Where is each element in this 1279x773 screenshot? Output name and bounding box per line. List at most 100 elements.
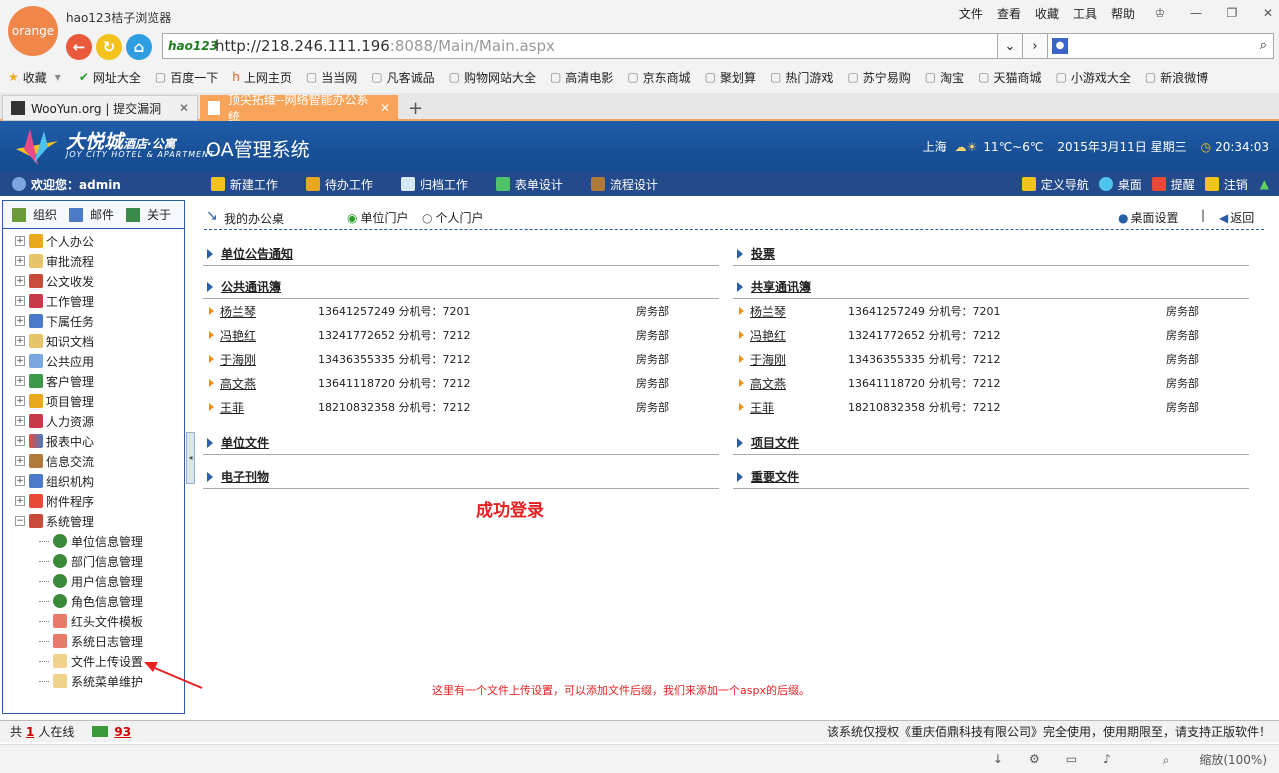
sidebar-child-unit-info[interactable]: 单位信息管理: [15, 531, 184, 551]
close-icon[interactable]: ✕: [1257, 6, 1279, 20]
panel-header[interactable]: 单位文件: [203, 431, 719, 455]
nav-todo-work[interactable]: 待办工作: [305, 176, 373, 193]
bookmark-item[interactable]: ▢ 新浪微博: [1145, 69, 1208, 86]
nav-define-navigation[interactable]: 定义导航: [1021, 176, 1089, 193]
panel-header[interactable]: 投票: [733, 242, 1249, 266]
bookmark-item[interactable]: ▢ 热门游戏: [770, 69, 833, 86]
close-tab-icon[interactable]: ✕: [179, 101, 189, 115]
new-tab-button[interactable]: +: [400, 95, 426, 121]
contact-name[interactable]: 王菲: [750, 399, 848, 416]
panel-header[interactable]: 公共通讯簿: [203, 275, 719, 299]
sidebar-item-org[interactable]: + 组织机构: [15, 471, 184, 491]
sidebar-item-info-exchange[interactable]: + 信息交流: [15, 451, 184, 471]
sidebar-item-public-apps[interactable]: + 公共应用: [15, 351, 184, 371]
expand-icon[interactable]: +: [15, 336, 25, 346]
expand-icon[interactable]: +: [15, 396, 25, 406]
contact-name[interactable]: 于海刚: [220, 351, 318, 368]
bookmark-item[interactable]: ▢ 小游戏大全: [1055, 69, 1130, 86]
address-bar[interactable]: hao123 http://218.246.111.196:8088/Main/…: [162, 33, 998, 59]
sidebar-item-hr[interactable]: + 人力资源: [15, 411, 184, 431]
nav-archive-work[interactable]: 归档工作: [400, 176, 468, 193]
menu-view[interactable]: 查看: [997, 5, 1021, 22]
download-icon[interactable]: ↓: [993, 752, 1003, 766]
sidebar-child-role-info[interactable]: 角色信息管理: [15, 591, 184, 611]
restore-icon[interactable]: ❐: [1221, 6, 1243, 20]
collapse-icon[interactable]: −: [15, 516, 25, 526]
bookmark-item[interactable]: ▢ 凡客诚品: [371, 69, 434, 86]
contact-name[interactable]: 高文燕: [750, 375, 848, 392]
window-icon[interactable]: ▭: [1066, 752, 1077, 766]
browser-logo[interactable]: orange: [8, 6, 58, 56]
expand-icon[interactable]: +: [15, 456, 25, 466]
sidebar-child-user-info[interactable]: 用户信息管理: [15, 571, 184, 591]
expand-icon[interactable]: +: [15, 416, 25, 426]
expand-icon[interactable]: +: [15, 436, 25, 446]
expand-icon[interactable]: +: [15, 356, 25, 366]
bookmark-item[interactable]: ▢ 高清电影: [550, 69, 613, 86]
nav-logout[interactable]: 注销: [1204, 176, 1248, 193]
sidebar-collapse-handle[interactable]: ◂: [186, 432, 195, 484]
sidebar-item-subordinate-tasks[interactable]: + 下属任务: [15, 311, 184, 331]
expand-icon[interactable]: +: [15, 256, 25, 266]
sidebar-item-personal-office[interactable]: + 个人办公: [15, 231, 184, 251]
url-text[interactable]: http://218.246.111.196:8088/Main/Main.as…: [215, 37, 555, 55]
sidebar-item-system[interactable]: − 系统管理: [15, 511, 184, 531]
collapse-up-icon[interactable]: ▲: [1260, 177, 1269, 191]
bookmark-item[interactable]: ✔ 网址大全: [79, 69, 141, 86]
nav-desktop[interactable]: 桌面: [1098, 176, 1142, 193]
forward-icon[interactable]: ›: [1023, 33, 1048, 59]
expand-icon[interactable]: +: [15, 376, 25, 386]
bookmark-item[interactable]: h 上网主页: [232, 69, 292, 86]
bookmark-item[interactable]: ▢ 苏宁易购: [847, 69, 910, 86]
sidebar-child-dept-info[interactable]: 部门信息管理: [15, 551, 184, 571]
expand-icon[interactable]: +: [15, 276, 25, 286]
menu-favorites[interactable]: 收藏: [1035, 5, 1059, 22]
refresh-icon[interactable]: ↻: [96, 34, 122, 60]
radio-personal-portal[interactable]: ○ 个人门户: [422, 209, 484, 226]
panel-header[interactable]: 项目文件: [733, 431, 1249, 455]
bookmark-item[interactable]: ▢ 百度一下: [155, 69, 218, 86]
contact-name[interactable]: 杨兰琴: [750, 303, 848, 320]
contact-name[interactable]: 高文燕: [220, 375, 318, 392]
back-button[interactable]: ◀ 返回: [1219, 209, 1254, 226]
bookmark-item[interactable]: ▢ 天猫商城: [978, 69, 1041, 86]
online-count[interactable]: 1: [26, 725, 34, 739]
contact-name[interactable]: 于海刚: [750, 351, 848, 368]
bookmark-favorites[interactable]: ★ 收藏 ▾: [8, 69, 65, 86]
bookmark-item[interactable]: ▢ 聚划算: [705, 69, 756, 86]
menu-help[interactable]: 帮助: [1111, 5, 1135, 22]
expand-icon[interactable]: +: [15, 236, 25, 246]
nav-flow-design[interactable]: 流程设计: [590, 176, 658, 193]
home-icon[interactable]: ⌂: [126, 34, 152, 60]
mail-count[interactable]: 93: [114, 725, 131, 739]
zoom-control[interactable]: ⌕ 缩放(100%): [1137, 751, 1267, 768]
bookmark-item[interactable]: ▢ 当当网: [306, 69, 357, 86]
contact-name[interactable]: 冯艳红: [750, 327, 848, 344]
tab-oa[interactable]: 顶尖拓维--网络智能办公系统 ✕: [200, 93, 398, 124]
nav-reminder[interactable]: 提醒: [1151, 176, 1195, 193]
mail-icon[interactable]: [92, 726, 109, 737]
contact-name[interactable]: 杨兰琴: [220, 303, 318, 320]
close-tab-icon[interactable]: ✕: [380, 101, 390, 115]
dropdown-icon[interactable]: ⌄: [998, 33, 1023, 59]
sidebar-item-customers[interactable]: + 客户管理: [15, 371, 184, 391]
search-input[interactable]: ● ⌕: [1047, 33, 1274, 59]
sidebar-item-reports[interactable]: + 报表中心: [15, 431, 184, 451]
back-icon[interactable]: ←: [66, 34, 92, 60]
shirt-icon[interactable]: ♔: [1149, 6, 1171, 20]
menu-tools[interactable]: 工具: [1073, 5, 1097, 22]
contact-name[interactable]: 冯艳红: [220, 327, 318, 344]
minimize-icon[interactable]: —: [1185, 6, 1207, 20]
panel-header[interactable]: 重要文件: [733, 465, 1249, 489]
nav-form-design[interactable]: 表单设计: [495, 176, 563, 193]
tab-wooyun[interactable]: WooYun.org | 提交漏洞 ✕: [2, 95, 198, 121]
sidebar-item-knowledge[interactable]: + 知识文档: [15, 331, 184, 351]
panel-header[interactable]: 共享通讯簿: [733, 275, 1249, 299]
settings-gear-icon[interactable]: ⚙: [1029, 752, 1040, 766]
panel-header[interactable]: 电子刊物: [203, 465, 719, 489]
sidebar-tab-about[interactable]: 关于: [126, 206, 175, 223]
sidebar-item-work-management[interactable]: + 工作管理: [15, 291, 184, 311]
sidebar-item-documents[interactable]: + 公文收发: [15, 271, 184, 291]
sidebar-child-red-header[interactable]: 红头文件模板: [15, 611, 184, 631]
sidebar-item-attachments[interactable]: + 附件程序: [15, 491, 184, 511]
